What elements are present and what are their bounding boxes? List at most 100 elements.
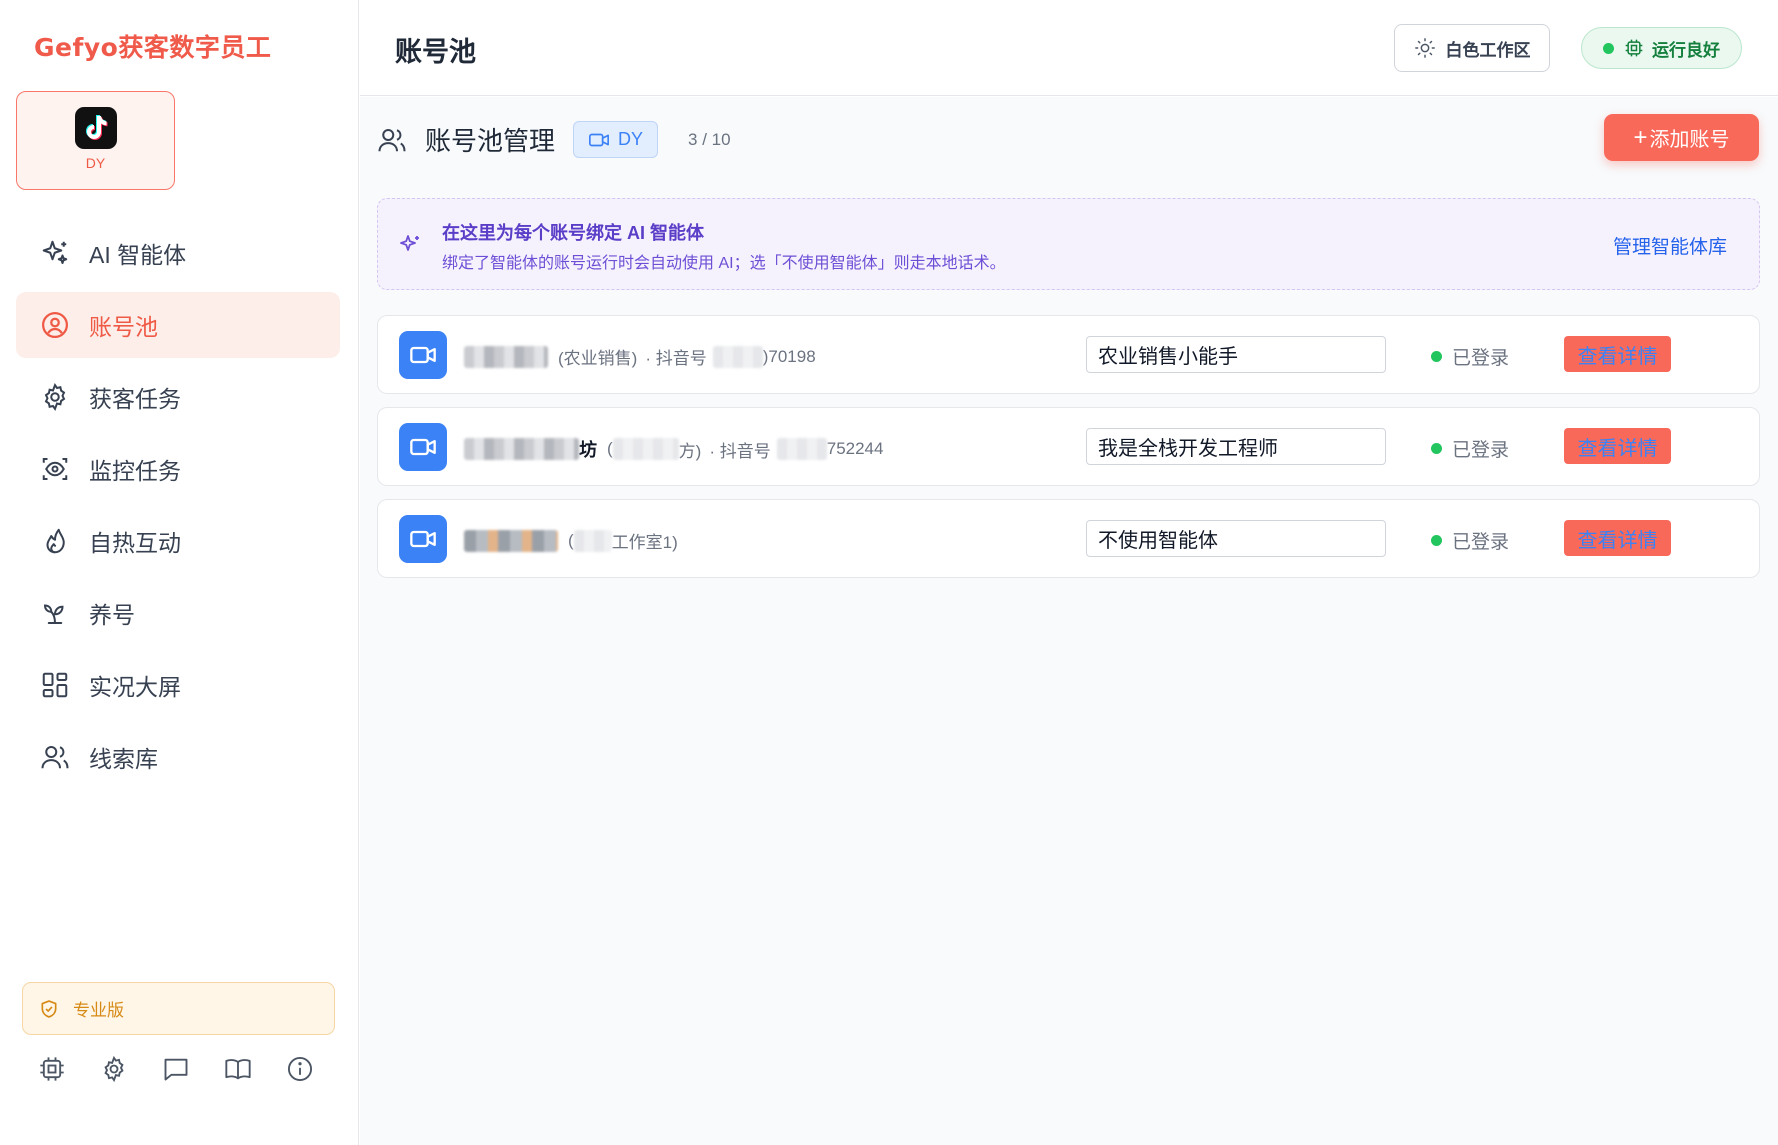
user-circle-icon — [42, 312, 68, 338]
redacted-douyin-id — [712, 345, 763, 368]
plan-label: 专业版 — [73, 1001, 124, 1020]
banner-description: 绑定了智能体的账号运行时会自动使用 AI；选「不使用智能体」则走本地话术。 — [442, 255, 1006, 272]
workspace-toggle-button[interactable]: 白色工作区 — [1394, 24, 1550, 72]
redacted-account-name — [464, 529, 558, 552]
status-dot — [1431, 443, 1442, 454]
sidebar-item-label: 线索库 — [89, 746, 158, 772]
account-info: (农业销售) · 抖音号 )70198 — [464, 344, 816, 369]
gear-icon — [44, 382, 66, 412]
account-count: 3 / 10 — [688, 129, 731, 149]
tiktok-logo-icon — [74, 107, 117, 149]
settings-icon[interactable] — [100, 1055, 128, 1083]
flame-icon — [46, 528, 65, 554]
plan-badge[interactable]: 专业版 — [22, 982, 335, 1035]
redacted-account-note — [573, 529, 612, 552]
login-status-label: 已登录 — [1452, 348, 1510, 369]
cpu-icon[interactable] — [38, 1055, 66, 1083]
account-note-close: 方) — [678, 441, 702, 461]
login-status: 已登录 — [1431, 527, 1509, 554]
agent-select[interactable]: 不使用智能体 — [1086, 520, 1386, 557]
douyin-id-suffix: 752244 — [826, 439, 884, 458]
sidebar-item-account-pool[interactable]: 账号池 — [16, 292, 340, 358]
sidebar-item-monitor-tasks[interactable]: 监控任务 — [16, 436, 340, 502]
video-camera-icon — [589, 133, 610, 146]
agent-select[interactable]: 农业销售小能手 — [1086, 336, 1386, 373]
account-note-open: ( — [568, 530, 574, 550]
sidebar-item-label: 账号池 — [89, 314, 158, 340]
view-details-button[interactable]: 查看详情 — [1564, 428, 1671, 464]
status-dot — [1431, 351, 1442, 362]
sidebar-item-acquisition-tasks[interactable]: 获客任务 — [16, 364, 340, 430]
account-list: (农业销售) · 抖音号 )70198 农业销售小能手 已登录 查看详情 坊 ( — [377, 315, 1760, 591]
sprout-icon — [43, 604, 64, 624]
sidebar-item-label: 监控任务 — [89, 458, 181, 484]
add-account-button[interactable]: + 添加账号 — [1604, 114, 1759, 161]
view-details-button[interactable]: 查看详情 — [1564, 520, 1671, 556]
brand-title: Gefyo获客数字员工 — [34, 33, 272, 62]
sidebar-item-live-dashboard[interactable]: 实况大屏 — [16, 652, 340, 718]
login-status: 已登录 — [1431, 343, 1509, 370]
redacted-douyin-id — [776, 438, 827, 460]
shield-check-icon — [41, 999, 57, 1018]
account-info: ( 工作室1) — [464, 528, 678, 553]
manage-agent-library-link[interactable]: 管理智能体库 — [1613, 232, 1727, 259]
add-account-label: 添加账号 — [1649, 129, 1730, 151]
system-status-badge: 运行良好 — [1581, 27, 1742, 69]
account-row: 坊 ( 方) · 抖音号 752244 我是全栈开发工程师 已登录 查看详情 — [377, 407, 1760, 486]
platform-label: DY — [85, 155, 106, 171]
sparkles-icon — [400, 235, 419, 251]
sparkles-icon — [42, 240, 68, 264]
account-note-open: ( — [607, 439, 613, 458]
douyin-id-label: · 抖音号 — [645, 349, 707, 368]
ai-agent-banner: 在这里为每个账号绑定 AI 智能体 绑定了智能体的账号运行时会自动使用 AI；选… — [377, 198, 1760, 290]
redacted-account-name — [464, 438, 579, 460]
users-icon — [378, 128, 406, 151]
message-icon[interactable] — [162, 1055, 190, 1083]
redacted-account-note — [612, 438, 679, 460]
platform-chip-label: DY — [618, 129, 644, 149]
video-camera-icon — [399, 423, 447, 471]
sidebar-item-label: 自热互动 — [89, 530, 181, 556]
sidebar-item-self-interaction[interactable]: 自热互动 — [16, 508, 340, 574]
scan-eye-icon — [42, 458, 68, 480]
video-camera-icon — [399, 515, 447, 563]
cpu-icon — [1625, 39, 1643, 57]
banner-title: 在这里为每个账号绑定 AI 智能体 — [442, 223, 705, 243]
sidebar-footer-icons — [38, 1055, 314, 1083]
sidebar-item-account-nurture[interactable]: 养号 — [16, 580, 340, 646]
login-status-label: 已登录 — [1452, 532, 1510, 553]
platform-selector-dy[interactable]: DY — [16, 91, 175, 190]
sidebar-item-ai-agents[interactable]: AI 智能体 — [16, 220, 340, 286]
users-icon — [41, 746, 69, 769]
account-row: ( 工作室1) 不使用智能体 已登录 查看详情 — [377, 499, 1760, 578]
sidebar-nav: AI 智能体 账号池 获客任务 监控任务 自热互动 养号 实况大屏 线索库 — [16, 220, 340, 796]
page-title: 账号池 — [395, 37, 476, 67]
workspace-label: 白色工作区 — [1445, 40, 1531, 60]
account-info: 坊 ( 方) · 抖音号 752244 — [464, 436, 883, 462]
sidebar-item-label: 养号 — [89, 602, 135, 628]
dashboard-grid-icon — [42, 672, 68, 698]
account-note-close: 工作室1) — [611, 533, 678, 552]
main-content: 账号池管理 DY 3 / 10 + 添加账号 在这里为每个账号绑定 AI 智能体… — [360, 97, 1778, 1145]
sidebar: Gefyo获客数字员工 DY AI 智能体 账号池 获客任务 监控任务 自热互动… — [0, 0, 359, 1145]
login-status-label: 已登录 — [1452, 440, 1510, 461]
top-bar: 账号池 白色工作区 运行良好 — [360, 0, 1778, 96]
status-dot — [1431, 535, 1442, 546]
agent-select[interactable]: 我是全栈开发工程师 — [1086, 428, 1386, 465]
info-icon[interactable] — [286, 1055, 314, 1083]
section-title: 账号池管理 — [425, 126, 556, 156]
account-row: (农业销售) · 抖音号 )70198 农业销售小能手 已登录 查看详情 — [377, 315, 1760, 394]
status-dot — [1603, 42, 1614, 54]
status-label: 运行良好 — [1652, 40, 1720, 60]
book-icon[interactable] — [224, 1055, 252, 1083]
platform-chip: DY — [573, 121, 659, 158]
section-header: 账号池管理 DY 3 / 10 — [377, 117, 731, 162]
login-status: 已登录 — [1431, 435, 1509, 462]
account-name-suffix: 坊 — [579, 440, 597, 460]
video-camera-icon — [399, 331, 447, 379]
view-details-button[interactable]: 查看详情 — [1564, 336, 1671, 372]
plus-icon: + — [1633, 123, 1648, 151]
douyin-id-suffix: )70198 — [762, 346, 816, 366]
sidebar-item-label: AI 智能体 — [89, 242, 187, 268]
sidebar-item-lead-library[interactable]: 线索库 — [16, 724, 340, 790]
